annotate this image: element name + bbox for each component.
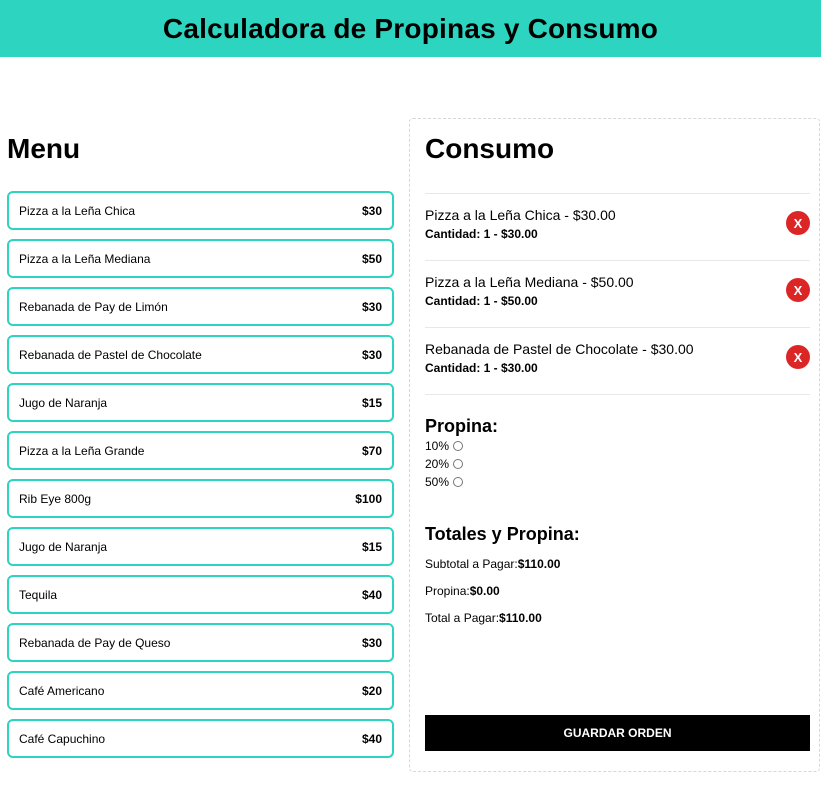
menu-item-price: $100 bbox=[355, 491, 382, 506]
tip-section: Propina: 10% 20% 50% bbox=[425, 416, 498, 491]
order-item: Pizza a la Leña Mediana - $50.00 Cantida… bbox=[425, 261, 810, 328]
menu-item[interactable]: Pizza a la Leña Chica $30 bbox=[7, 191, 394, 230]
tip-radio-50[interactable] bbox=[453, 477, 464, 487]
tip-radio-20[interactable] bbox=[453, 459, 464, 469]
order-item-title: Pizza a la Leña Mediana - $50.00 bbox=[425, 274, 634, 290]
menu-item-name: Café Capuchino bbox=[19, 731, 106, 746]
menu-item-name: Jugo de Naranja bbox=[19, 539, 108, 554]
tip-line: Propina:$0.00 bbox=[425, 584, 580, 611]
total-label: Total a Pagar: bbox=[425, 611, 500, 625]
menu-item[interactable]: Rib Eye 800g $100 bbox=[7, 479, 394, 518]
menu-item-price: $40 bbox=[361, 587, 382, 602]
tip-label: Propina: bbox=[425, 584, 470, 598]
menu-item-price: $30 bbox=[361, 635, 382, 650]
menu-item-name: Rib Eye 800g bbox=[19, 491, 92, 506]
menu-title: Menu bbox=[7, 133, 81, 164]
total-line: Total a Pagar:$110.00 bbox=[425, 611, 580, 638]
menu-item-name: Café Americano bbox=[19, 683, 105, 698]
order-item: Rebanada de Pastel de Chocolate - $30.00… bbox=[425, 328, 810, 395]
menu-item-price: $40 bbox=[361, 731, 382, 746]
save-order-button[interactable]: GUARDAR ORDEN bbox=[425, 715, 810, 751]
tip-option-50[interactable]: 50% bbox=[425, 473, 498, 491]
consumo-panel: Consumo Pizza a la Leña Chica - $30.00 C… bbox=[409, 118, 820, 772]
menu-item[interactable]: Café Capuchino $40 bbox=[7, 719, 394, 758]
subtotal-label: Subtotal a Pagar: bbox=[425, 557, 518, 571]
menu-item[interactable]: Café Americano $20 bbox=[7, 671, 394, 710]
order-item-quantity: Cantidad: 1 - $50.00 bbox=[425, 294, 538, 308]
order-list: Pizza a la Leña Chica - $30.00 Cantidad:… bbox=[425, 193, 810, 395]
menu-item-name: Tequila bbox=[19, 587, 58, 602]
menu-item-price: $30 bbox=[361, 299, 382, 314]
menu-item-name: Pizza a la Leña Mediana bbox=[19, 251, 151, 266]
menu-list: Pizza a la Leña Chica $30 Pizza a la Leña… bbox=[7, 191, 394, 758]
menu-item-price: $15 bbox=[361, 395, 382, 410]
menu-section: Menu Pizza a la Leña Chica $30 Pizza a la… bbox=[7, 132, 394, 767]
order-item: Pizza a la Leña Chica - $30.00 Cantidad:… bbox=[425, 194, 810, 261]
menu-item-name: Pizza a la Leña Grande bbox=[19, 443, 145, 458]
remove-item-button[interactable]: X bbox=[786, 278, 810, 302]
consumo-title: Consumo bbox=[425, 133, 555, 164]
tip-option-10[interactable]: 10% bbox=[425, 437, 498, 455]
order-item-title: Rebanada de Pastel de Chocolate - $30.00 bbox=[425, 341, 694, 357]
menu-item[interactable]: Pizza a la Leña Mediana $50 bbox=[7, 239, 394, 278]
menu-item-price: $50 bbox=[361, 251, 382, 266]
totals-section: Totales y Propina: Subtotal a Pagar:$110… bbox=[425, 524, 580, 638]
remove-item-button[interactable]: X bbox=[786, 211, 810, 235]
menu-item[interactable]: Rebanada de Pay de Limón $30 bbox=[7, 287, 394, 326]
menu-item[interactable]: Pizza a la Leña Grande $70 bbox=[7, 431, 394, 470]
order-item-quantity: Cantidad: 1 - $30.00 bbox=[425, 227, 538, 241]
menu-item-name: Rebanada de Pay de Limón bbox=[19, 299, 168, 314]
remove-item-button[interactable]: X bbox=[786, 345, 810, 369]
totals-title: Totales y Propina: bbox=[425, 524, 580, 544]
tip-option-label: 10% bbox=[425, 439, 450, 453]
tip-option-20[interactable]: 20% bbox=[425, 455, 498, 473]
menu-item-name: Rebanada de Pastel de Chocolate bbox=[19, 347, 202, 362]
menu-item-price: $30 bbox=[361, 203, 382, 218]
page-title: Calculadora de Propinas y Consumo bbox=[162, 12, 659, 44]
menu-item-name: Rebanada de Pay de Queso bbox=[19, 635, 171, 650]
menu-item-price: $30 bbox=[361, 347, 382, 362]
app-header: Calculadora de Propinas y Consumo bbox=[0, 0, 821, 57]
menu-item[interactable]: Rebanada de Pay de Queso $30 bbox=[7, 623, 394, 662]
tip-radio-10[interactable] bbox=[453, 441, 464, 451]
subtotal-line: Subtotal a Pagar:$110.00 bbox=[425, 557, 580, 584]
total-value: $110.00 bbox=[499, 611, 542, 625]
subtotal-value: $110.00 bbox=[517, 557, 561, 571]
menu-item[interactable]: Jugo de Naranja $15 bbox=[7, 383, 394, 422]
menu-item[interactable]: Tequila $40 bbox=[7, 575, 394, 614]
tip-option-label: 50% bbox=[425, 475, 450, 489]
menu-item-price: $20 bbox=[361, 683, 382, 698]
tip-option-label: 20% bbox=[425, 457, 450, 471]
order-item-title: Pizza a la Leña Chica - $30.00 bbox=[425, 207, 616, 223]
menu-item-price: $15 bbox=[361, 539, 382, 554]
menu-item[interactable]: Jugo de Naranja $15 bbox=[7, 527, 394, 566]
tip-title: Propina: bbox=[425, 416, 499, 436]
tip-value: $0.00 bbox=[469, 584, 500, 598]
menu-item-name: Jugo de Naranja bbox=[19, 395, 108, 410]
menu-item[interactable]: Rebanada de Pastel de Chocolate $30 bbox=[7, 335, 394, 374]
order-item-quantity: Cantidad: 1 - $30.00 bbox=[425, 361, 538, 375]
menu-item-price: $70 bbox=[361, 443, 382, 458]
menu-item-name: Pizza a la Leña Chica bbox=[19, 203, 136, 218]
